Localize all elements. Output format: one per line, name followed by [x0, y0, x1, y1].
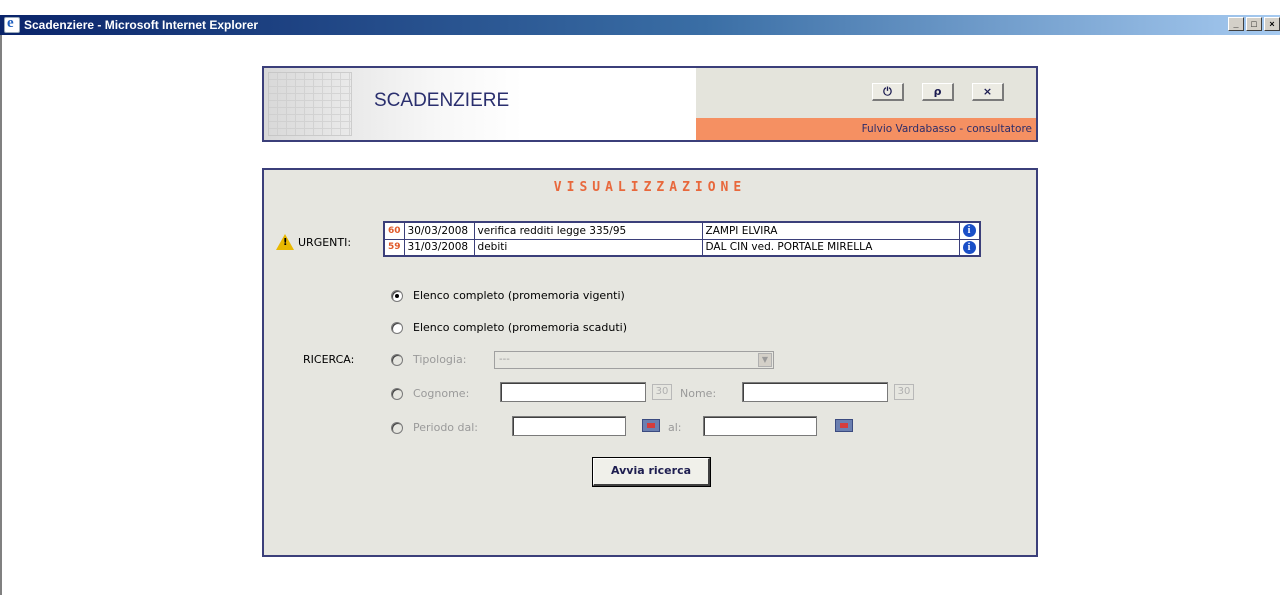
app-title: SCADENZIERE — [374, 90, 510, 111]
warning-icon — [276, 234, 294, 250]
user-info-bar: Fulvio Vardabasso - consultatore — [696, 118, 1036, 140]
option-complete-active[interactable]: Elenco completo (promemoria vigenti) — [391, 289, 625, 302]
urgent-label: URGENTI: — [276, 234, 351, 250]
tipologia-value: --- — [499, 354, 510, 365]
info-cell: i — [958, 238, 981, 257]
option-periodo[interactable]: Periodo dal: — [391, 421, 478, 434]
radio-complete-expired[interactable] — [391, 321, 403, 334]
info-icon[interactable]: i — [962, 240, 976, 254]
cognome-label: Cognome: — [413, 387, 470, 400]
key-button[interactable]: ρ — [922, 83, 954, 101]
option-complete-expired[interactable]: Elenco completo (promemoria scaduti) — [391, 321, 627, 334]
info-icon[interactable]: i — [962, 224, 976, 238]
due-date: 30/03/2008 — [403, 221, 475, 240]
periodo-to-input[interactable] — [703, 416, 817, 436]
tipologia-label: Tipologia: — [413, 353, 467, 366]
calendar-from-icon[interactable] — [642, 419, 660, 432]
radio-complete-active[interactable] — [391, 289, 403, 302]
days-remaining: 59 — [383, 238, 405, 257]
periodo-from-label: Periodo dal: — [413, 421, 479, 434]
option-cognome-nome[interactable]: Cognome: — [391, 387, 469, 400]
nome-input[interactable] — [742, 382, 888, 402]
maximize-button[interactable]: □ — [1246, 17, 1262, 31]
option-complete-expired-label: Elenco completo (promemoria scaduti) — [413, 321, 628, 334]
nome-max-length: 30 — [894, 384, 914, 400]
cognome-max-length: 30 — [652, 384, 672, 400]
days-remaining: 60 — [383, 221, 405, 240]
chevron-down-icon[interactable]: ▼ — [758, 353, 772, 367]
client-name: ZAMPI ELVIRA — [701, 221, 960, 240]
table-row: 59 31/03/2008 debiti DAL CIN ved. PORTAL… — [383, 238, 981, 257]
periodo-to-label: al: — [668, 421, 682, 434]
nome-label: Nome: — [680, 387, 717, 400]
client-name: DAL CIN ved. PORTALE MIRELLA — [701, 238, 960, 257]
option-complete-active-label: Elenco completo (promemoria vigenti) — [413, 289, 625, 302]
radio-cognome-nome[interactable] — [391, 387, 403, 400]
table-row: 60 30/03/2008 verifica redditi legge 335… — [383, 221, 981, 240]
urgent-label-text: URGENTI: — [298, 235, 352, 249]
main-panel: VISUALIZZAZIONE URGENTI: 60 30/03/2008 v… — [262, 168, 1038, 557]
header-toolbar: ⏻ ρ × Fulvio Vardabasso - consultatore — [696, 68, 1036, 140]
app-header: SCADENZIERE ⏻ ρ × Fulvio Vardabasso - co… — [262, 66, 1038, 142]
info-cell: i — [958, 221, 981, 240]
option-tipologia[interactable]: Tipologia: — [391, 353, 466, 366]
close-icon: × — [982, 85, 993, 98]
window-title: Scadenziere - Microsoft Internet Explore… — [24, 18, 259, 32]
header-banner: SCADENZIERE — [264, 68, 696, 140]
radio-tipologia[interactable] — [391, 353, 403, 366]
window-controls: _ □ × — [1228, 17, 1280, 31]
window-title-bar: Scadenziere - Microsoft Internet Explore… — [0, 15, 1280, 35]
key-icon: ρ — [933, 85, 942, 98]
close-window-button[interactable]: × — [1264, 17, 1280, 31]
start-search-button[interactable]: Avvia ricerca — [592, 457, 711, 487]
search-section-label: RICERCA: — [303, 353, 355, 366]
section-title: VISUALIZZAZIONE — [553, 180, 747, 195]
internet-explorer-icon — [4, 15, 20, 33]
close-button[interactable]: × — [972, 83, 1004, 101]
reminder-description: debiti — [473, 238, 703, 257]
due-date: 31/03/2008 — [403, 238, 475, 257]
reminder-description: verifica redditi legge 335/95 — [473, 221, 703, 240]
window-left-border — [0, 35, 2, 595]
power-icon: ⏻ — [883, 85, 892, 98]
urgent-table: 60 30/03/2008 verifica redditi legge 335… — [383, 221, 981, 257]
calendar-graphic-icon — [268, 72, 352, 136]
cognome-input[interactable] — [500, 382, 646, 402]
minimize-button[interactable]: _ — [1228, 17, 1244, 31]
periodo-from-input[interactable] — [512, 416, 626, 436]
calendar-to-icon[interactable] — [835, 419, 853, 432]
power-button[interactable]: ⏻ — [872, 83, 904, 101]
radio-periodo[interactable] — [391, 421, 403, 434]
tipologia-select[interactable]: --- ▼ — [494, 351, 774, 369]
